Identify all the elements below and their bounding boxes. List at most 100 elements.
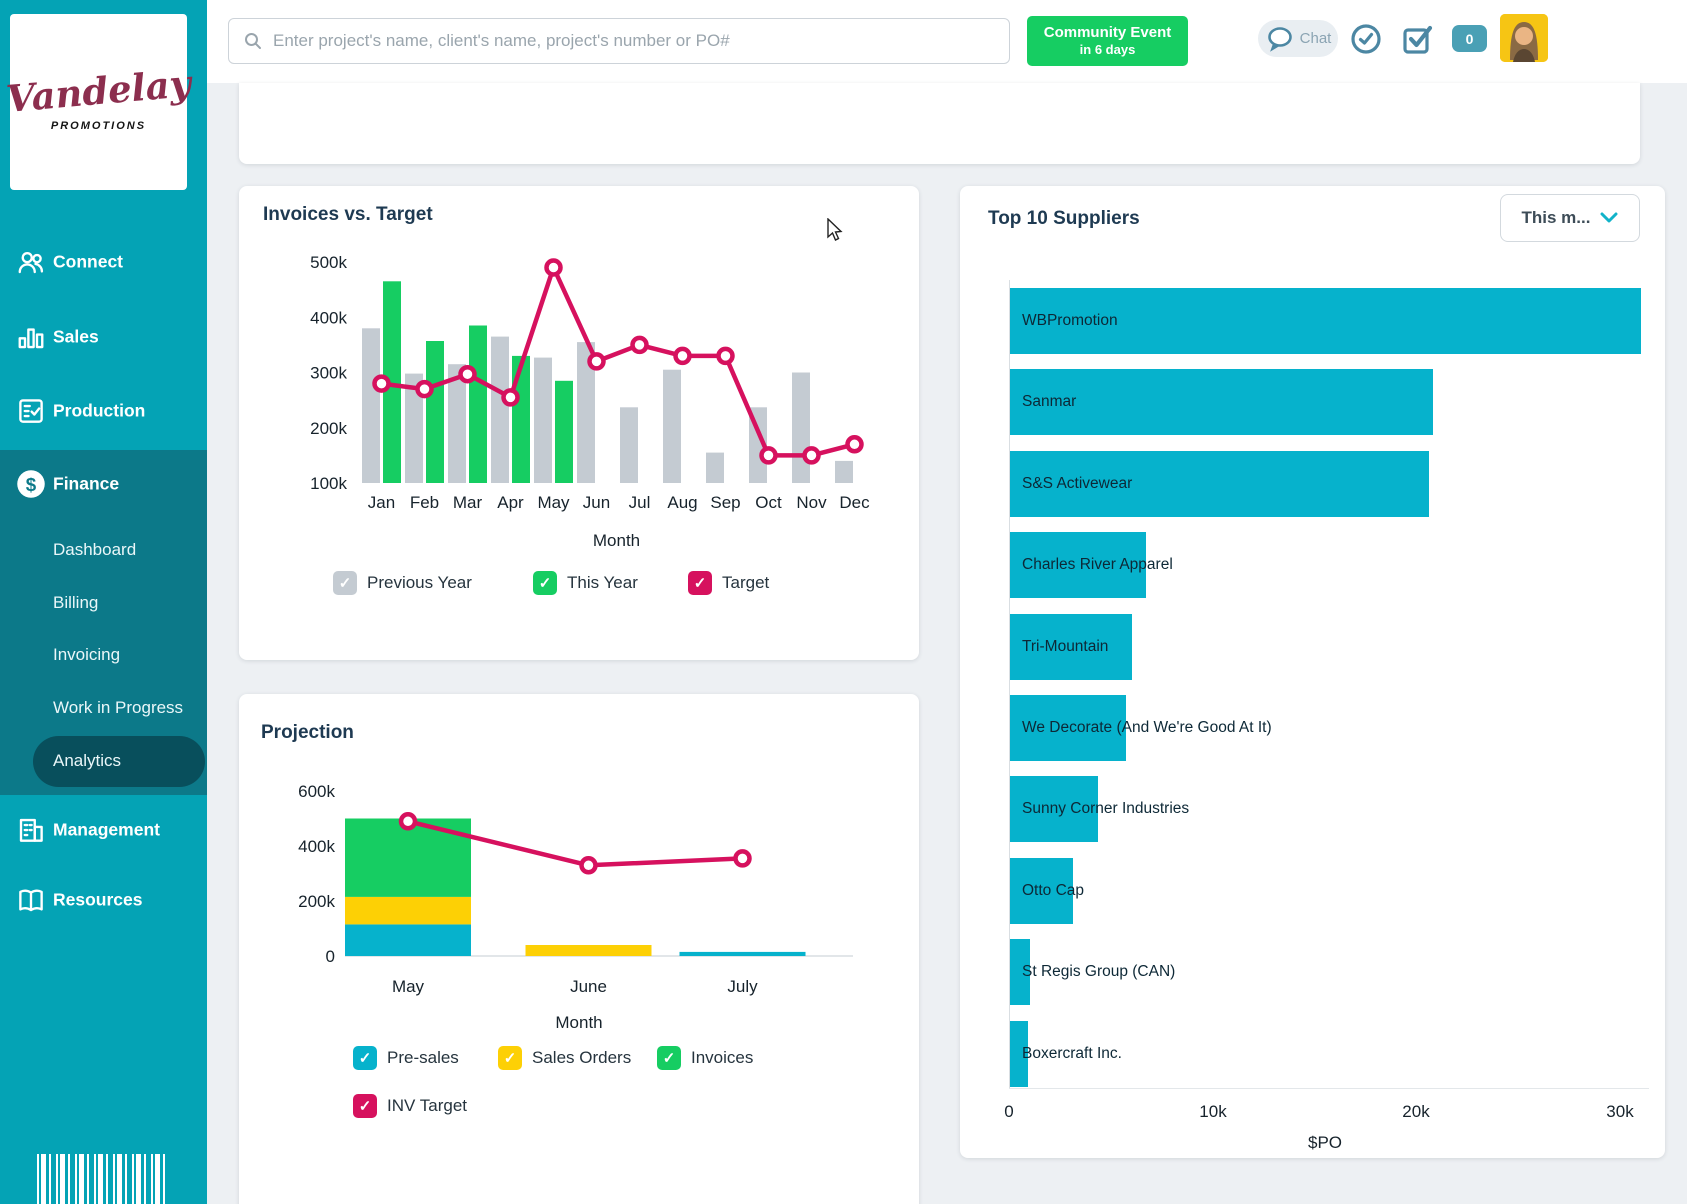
- svg-text:400k: 400k: [298, 837, 335, 856]
- top-header: Community Event in 6 days Chat 0: [207, 0, 1687, 83]
- svg-text:Jan: Jan: [368, 493, 395, 512]
- supplier-bar-label: Sanmar: [1022, 393, 1076, 411]
- suppliers-x-axis-title: $PO: [1308, 1133, 1342, 1153]
- svg-text:Feb: Feb: [410, 493, 439, 512]
- logo-sub-text: PROMOTIONS: [51, 120, 146, 132]
- suppliers-x-axis-line: [1009, 1088, 1649, 1089]
- svg-text:Sep: Sep: [710, 493, 740, 512]
- sidebar-subitem-billing[interactable]: Billing: [0, 581, 207, 625]
- sidebar-item-finance[interactable]: $Finance: [0, 460, 207, 508]
- sidebar-item-connect[interactable]: Connect: [0, 238, 207, 286]
- community-event-button[interactable]: Community Event in 6 days: [1027, 16, 1188, 66]
- suppliers-bar-chart: WBPromotionSanmarS&S ActivewearCharles R…: [960, 186, 1665, 1158]
- legend-checkbox: ✓: [688, 571, 712, 595]
- search-input[interactable]: [271, 30, 1009, 52]
- building-icon: [16, 815, 46, 845]
- global-search[interactable]: [228, 18, 1010, 64]
- chat-bubble-icon: [1265, 26, 1295, 52]
- sidebar-item-sales[interactable]: Sales: [0, 313, 207, 361]
- sidebar-item-production[interactable]: Production: [0, 387, 207, 435]
- sidebar-subitem-analytics[interactable]: Analytics: [0, 739, 207, 783]
- svg-text:May: May: [537, 493, 570, 512]
- projection-card: Projection 0200k400k600kMayJuneJulyMonth…: [239, 694, 919, 1204]
- svg-text:0: 0: [326, 947, 335, 966]
- suppliers-x-tick: 30k: [1606, 1102, 1633, 1122]
- svg-text:Nov: Nov: [796, 493, 827, 512]
- legend-label: This Year: [567, 573, 638, 593]
- sidebar-subitem-work-in-progress[interactable]: Work in Progress: [0, 686, 207, 730]
- barcode-image: [37, 1154, 170, 1204]
- svg-text:500k: 500k: [310, 253, 347, 272]
- app-page: Vandelay PROMOTIONS Connect Sales Producti…: [0, 0, 1687, 1204]
- svg-text:June: June: [570, 977, 607, 996]
- legend-checkbox: ✓: [498, 1046, 522, 1070]
- chat-label: Chat: [1300, 30, 1332, 47]
- sidebar: Vandelay PROMOTIONS Connect Sales Producti…: [0, 0, 207, 1204]
- sidebar-item-label: Resources: [53, 890, 143, 911]
- legend-item-previous-year[interactable]: ✓ Previous Year: [333, 571, 472, 595]
- supplier-bar-label: St Regis Group (CAN): [1022, 963, 1175, 981]
- legend-checkbox: ✓: [333, 571, 357, 595]
- sidebar-item-resources[interactable]: Resources: [0, 876, 207, 924]
- suppliers-x-tick: 10k: [1199, 1102, 1226, 1122]
- sidebar-subitem-label: Billing: [53, 593, 98, 613]
- svg-text:Jul: Jul: [629, 493, 651, 512]
- company-logo[interactable]: Vandelay PROMOTIONS: [10, 14, 187, 190]
- svg-text:100k: 100k: [310, 474, 347, 493]
- people-icon: [16, 247, 46, 277]
- scrolled-card-remnant: [239, 83, 1640, 164]
- supplier-bar-label: WBPromotion: [1022, 312, 1118, 330]
- svg-text:Aug: Aug: [667, 493, 697, 512]
- legend-label: Previous Year: [367, 573, 472, 593]
- supplier-bar-label: Sunny Corner Industries: [1022, 800, 1189, 818]
- top-suppliers-card: Top 10 Suppliers This m... WBPromotionSa…: [960, 186, 1665, 1158]
- legend-item-target[interactable]: ✓Target: [688, 571, 769, 595]
- svg-text:Jun: Jun: [583, 493, 610, 512]
- legend-label: Sales Orders: [532, 1048, 631, 1068]
- svg-text:300k: 300k: [310, 364, 347, 383]
- supplier-bar-label: Otto Cap: [1022, 882, 1084, 900]
- legend-item-pre-sales[interactable]: ✓ Pre-sales: [353, 1046, 459, 1070]
- community-event-title: Community Event: [1044, 24, 1172, 43]
- chat-button[interactable]: Chat: [1258, 20, 1338, 57]
- sidebar-item-management[interactable]: Management: [0, 806, 207, 854]
- community-event-countdown: in 6 days: [1080, 42, 1136, 58]
- svg-text:Mar: Mar: [453, 493, 483, 512]
- tasks-checkbox-icon[interactable]: [1401, 22, 1435, 56]
- sidebar-subitem-invoicing[interactable]: Invoicing: [0, 633, 207, 677]
- supplier-bar-label: Boxercraft Inc.: [1022, 1045, 1122, 1063]
- sidebar-subitem-label: Invoicing: [53, 645, 120, 665]
- bar-chart-icon: [16, 322, 46, 352]
- svg-text:May: May: [392, 977, 425, 996]
- user-avatar[interactable]: [1500, 14, 1548, 62]
- supplier-bar-label: Tri-Mountain: [1022, 638, 1108, 656]
- notification-badge[interactable]: 0: [1452, 25, 1487, 52]
- svg-text:Month: Month: [593, 531, 640, 550]
- supplier-bar-label: Charles River Apparel: [1022, 556, 1173, 574]
- legend-checkbox: ✓: [353, 1094, 377, 1118]
- legend-item-inv-target[interactable]: ✓INV Target: [353, 1094, 467, 1118]
- legend-checkbox: ✓: [657, 1046, 681, 1070]
- projection-chart: 0200k400k600kMayJuneJulyMonth: [239, 694, 919, 1039]
- legend-checkbox: ✓: [533, 571, 557, 595]
- clipboard-check-icon: [16, 396, 46, 426]
- search-icon: [243, 31, 263, 51]
- legend-item-invoices[interactable]: ✓Invoices: [657, 1046, 753, 1070]
- sidebar-item-label: Connect: [53, 252, 123, 273]
- supplier-bar-label: We Decorate (And We're Good At It): [1022, 719, 1272, 737]
- sidebar-subitem-dashboard[interactable]: Dashboard: [0, 528, 207, 572]
- legend-item-sales-orders[interactable]: ✓ Sales Orders: [498, 1046, 631, 1070]
- svg-text:200k: 200k: [310, 419, 347, 438]
- svg-text:$: $: [26, 474, 37, 495]
- svg-text:600k: 600k: [298, 782, 335, 801]
- legend-checkbox: ✓: [353, 1046, 377, 1070]
- legend-item-this-year[interactable]: ✓ This Year: [533, 571, 638, 595]
- sidebar-item-label: Production: [53, 401, 145, 422]
- invoices-vs-target-chart: 100k200k300k400k500kJanFebMarAprMayJunJu…: [239, 186, 919, 556]
- logo-brand-text: Vandelay: [5, 65, 193, 118]
- sidebar-item-label: Sales: [53, 327, 99, 348]
- svg-text:400k: 400k: [310, 308, 347, 327]
- sidebar-subitem-label: Work in Progress: [53, 698, 183, 718]
- clock-check-icon[interactable]: [1349, 22, 1383, 56]
- legend-label: Pre-sales: [387, 1048, 459, 1068]
